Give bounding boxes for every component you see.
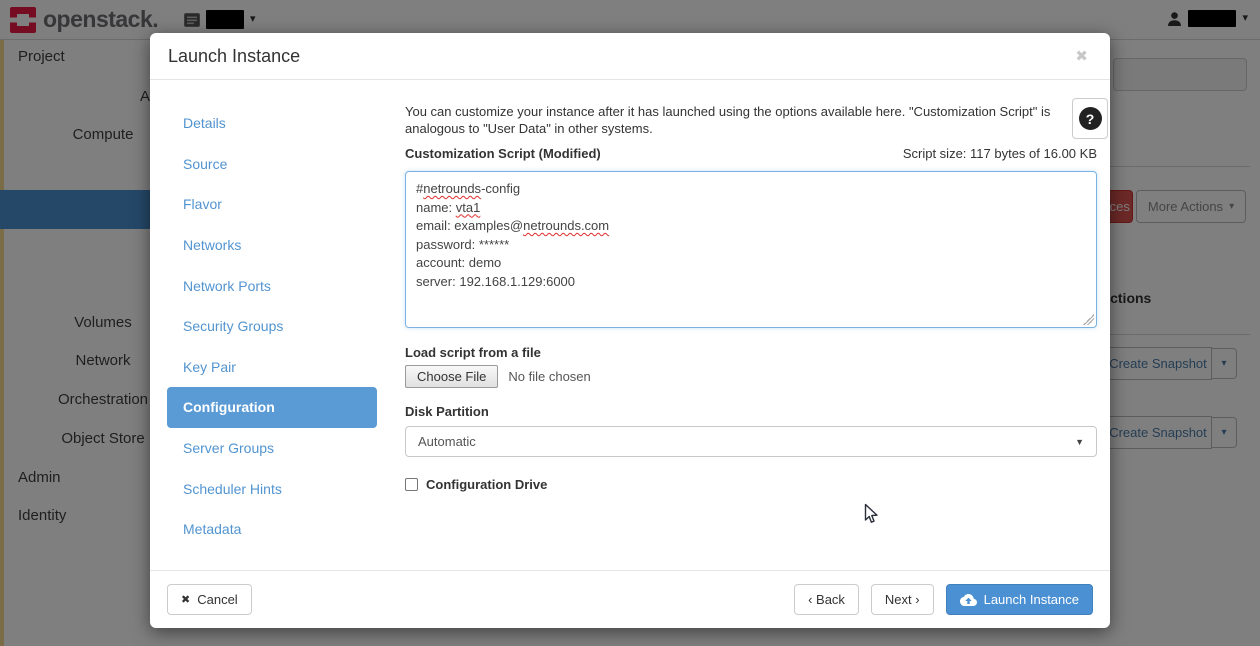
configuration-drive-row: Configuration Drive xyxy=(405,477,547,492)
launch-instance-modal: Launch Instance ✖ Details Source Flavor … xyxy=(150,33,1110,628)
help-button[interactable]: ? xyxy=(1072,98,1108,139)
mouse-cursor xyxy=(864,503,879,530)
disk-partition-select[interactable]: Automatic ▼ xyxy=(405,426,1097,457)
step-description: You can customize your instance after it… xyxy=(405,103,1067,137)
load-script-label: Load script from a file xyxy=(405,345,541,360)
script-size-text: Script size: 117 bytes of 16.00 KB xyxy=(903,146,1097,161)
modal-footer: ✖ Cancel ‹ Back Next › Launch Instance xyxy=(150,570,1110,628)
select-arrow-icon: ▼ xyxy=(1075,437,1084,447)
tab-security-groups[interactable]: Security Groups xyxy=(167,306,377,347)
tab-source[interactable]: Source xyxy=(167,144,377,185)
wizard-nav: Details Source Flavor Networks Network P… xyxy=(167,103,377,550)
x-icon: ✖ xyxy=(181,593,190,606)
tab-server-groups[interactable]: Server Groups xyxy=(167,428,377,469)
configuration-drive-checkbox[interactable] xyxy=(405,478,418,491)
modal-header: Launch Instance ✖ xyxy=(150,33,1110,80)
tab-key-pair[interactable]: Key Pair xyxy=(167,347,377,388)
disk-partition-label: Disk Partition xyxy=(405,404,489,419)
script-line: #netrounds-config xyxy=(416,180,1086,199)
script-line: account: demo xyxy=(416,254,1086,273)
no-file-chosen-text: No file chosen xyxy=(508,369,590,384)
tab-networks[interactable]: Networks xyxy=(167,225,377,266)
tab-configuration[interactable]: Configuration xyxy=(167,387,377,428)
script-line: server: 192.168.1.129:6000 xyxy=(416,273,1086,292)
wizard-footer-actions: ‹ Back Next › Launch Instance xyxy=(794,584,1093,615)
modal-title: Launch Instance xyxy=(168,46,1071,67)
tab-scheduler-hints[interactable]: Scheduler Hints xyxy=(167,468,377,509)
cloud-upload-icon xyxy=(960,594,977,606)
configuration-drive-label: Configuration Drive xyxy=(426,477,547,492)
file-input-row: Choose File No file chosen xyxy=(405,365,591,388)
customization-script-textarea[interactable]: #netrounds-config name: vta1 email: exam… xyxy=(405,171,1097,328)
script-line: email: examples@netrounds.com xyxy=(416,217,1086,236)
script-line: password: ****** xyxy=(416,236,1086,255)
disk-partition-value: Automatic xyxy=(418,434,476,449)
tab-details[interactable]: Details xyxy=(167,103,377,144)
tab-flavor[interactable]: Flavor xyxy=(167,184,377,225)
choose-file-button[interactable]: Choose File xyxy=(405,365,498,388)
close-icon[interactable]: ✖ xyxy=(1071,47,1092,65)
next-button[interactable]: Next › xyxy=(871,584,934,615)
customization-script-label: Customization Script (Modified) xyxy=(405,146,601,161)
resize-handle-icon[interactable] xyxy=(1083,314,1094,325)
back-button[interactable]: ‹ Back xyxy=(794,584,859,615)
tab-metadata[interactable]: Metadata xyxy=(167,509,377,550)
tab-network-ports[interactable]: Network Ports xyxy=(167,265,377,306)
question-mark-icon: ? xyxy=(1079,107,1102,130)
cancel-button[interactable]: ✖ Cancel xyxy=(167,584,252,615)
script-line: name: vta1 xyxy=(416,199,1086,218)
script-label-row: Customization Script (Modified) Script s… xyxy=(405,146,1097,161)
launch-instance-button[interactable]: Launch Instance xyxy=(946,584,1093,615)
screen: openstack. ▾ ▾ xyxy=(0,0,1260,646)
